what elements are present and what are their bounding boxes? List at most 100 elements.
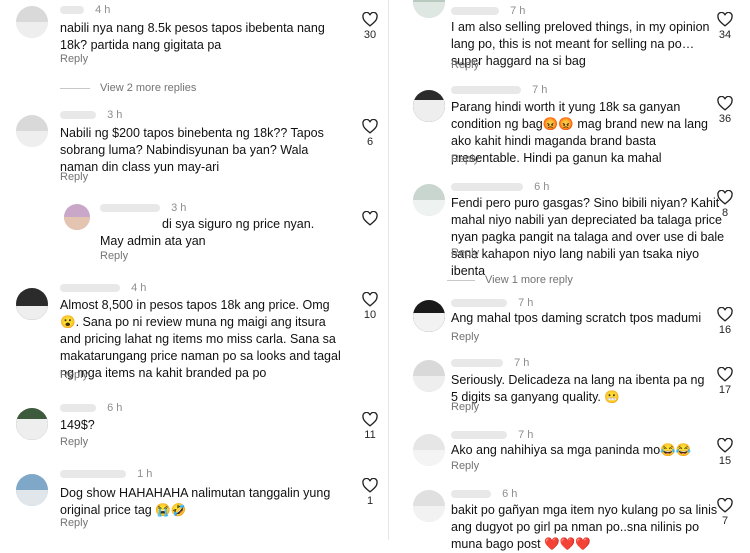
avatar[interactable] — [16, 115, 48, 147]
username-blurred[interactable] — [60, 470, 126, 479]
like-button[interactable] — [350, 211, 390, 226]
heart-icon — [362, 12, 378, 27]
username-blurred[interactable] — [451, 490, 491, 499]
comment-text: I am also selling preloved things, in my… — [451, 20, 710, 68]
reply-button[interactable]: Reply — [451, 153, 479, 165]
like-count: 7 — [721, 515, 729, 527]
avatar[interactable] — [413, 490, 445, 522]
username-blurred[interactable] — [100, 204, 160, 213]
username-blurred[interactable] — [60, 404, 96, 413]
avatar[interactable] — [413, 300, 445, 332]
reply-button[interactable]: Reply — [60, 369, 88, 381]
comment-text: Parang hindi worth it yung 18k sa ganyan… — [451, 100, 708, 165]
username-blurred[interactable] — [60, 284, 120, 293]
reply-button[interactable]: Reply — [60, 517, 88, 529]
comment-text: bakit po gañyan mga item nyo kulang po s… — [451, 503, 718, 551]
divider-line — [60, 87, 90, 89]
like-button[interactable]: 11 — [350, 412, 390, 441]
username-blurred[interactable] — [451, 431, 507, 440]
username-blurred[interactable] — [60, 6, 84, 15]
comment-text: Ako ang nahihiya sa mga paninda mo😂😂 — [451, 443, 692, 457]
like-button[interactable]: 10 — [350, 292, 390, 321]
like-button[interactable]: 7 — [705, 498, 745, 527]
heart-icon — [362, 292, 378, 307]
reply-button[interactable]: Reply — [60, 436, 88, 448]
comment-meta: 7 h — [451, 84, 547, 96]
heart-icon — [717, 307, 733, 322]
username-blurred[interactable] — [451, 299, 507, 308]
like-button[interactable]: 8 — [705, 190, 745, 219]
like-button[interactable]: 17 — [705, 367, 745, 396]
avatar[interactable] — [16, 408, 48, 440]
like-count: 1 — [366, 495, 374, 507]
comment-text: Fendi pero puro gasgas? Sino bibili niya… — [451, 196, 725, 278]
heart-icon — [717, 96, 733, 111]
like-button[interactable]: 30 — [350, 12, 390, 41]
comments-column-right: 7 h I am also selling preloved things, i… — [389, 0, 750, 551]
reply-button[interactable]: Reply — [100, 250, 128, 262]
comments-column-left: 4 h nabili nya nang 8.5k pesos tapos ibe… — [0, 0, 389, 540]
view-more-replies[interactable]: View 1 more reply — [447, 274, 573, 286]
comment-meta: 4 h — [60, 282, 146, 294]
username-blurred[interactable] — [451, 86, 521, 95]
comment-text: Ang mahal tpos daming scratch tpos madum… — [451, 311, 702, 325]
comment-time: 6 h — [502, 488, 518, 500]
like-count: 30 — [363, 29, 377, 41]
like-count: 15 — [718, 455, 732, 467]
comment-time: 7 h — [518, 297, 534, 309]
reply-button[interactable]: Reply — [60, 171, 88, 183]
like-button[interactable]: 1 — [350, 478, 390, 507]
reply-button[interactable]: Reply — [451, 331, 479, 343]
like-button[interactable]: 34 — [705, 12, 745, 41]
view-more-replies[interactable]: View 2 more replies — [60, 82, 196, 94]
username-blurred[interactable] — [451, 359, 503, 368]
comment-meta: 7 h — [451, 297, 533, 309]
username-blurred[interactable] — [451, 183, 523, 192]
like-button[interactable]: 16 — [705, 307, 745, 336]
avatar[interactable] — [16, 474, 48, 506]
username-blurred[interactable] — [60, 111, 96, 120]
like-button[interactable]: 36 — [705, 96, 745, 125]
avatar[interactable] — [413, 0, 445, 18]
like-count: 16 — [718, 324, 732, 336]
reply-button[interactable]: Reply — [451, 247, 479, 259]
heart-icon — [717, 438, 733, 453]
comment-text: Dog show HAHAHAHA nalimutan tanggalin yu… — [60, 486, 331, 517]
reply-button[interactable]: Reply — [451, 460, 479, 472]
like-count: 8 — [721, 207, 729, 219]
like-count: 34 — [718, 29, 732, 41]
like-button[interactable]: 15 — [705, 438, 745, 467]
reply-button[interactable]: Reply — [60, 53, 88, 65]
username-blurred[interactable] — [451, 7, 499, 16]
like-count: 6 — [366, 136, 374, 148]
avatar[interactable] — [64, 204, 90, 230]
comment-meta: 6 h — [451, 488, 517, 500]
comment-meta: 6 h — [60, 402, 122, 414]
comment-time: 7 h — [514, 357, 530, 369]
avatar[interactable] — [413, 90, 445, 122]
avatar[interactable] — [16, 288, 48, 320]
comment-text: Seriously. Delicadeza na lang na ibenta … — [451, 373, 705, 404]
heart-icon — [717, 498, 733, 513]
comment-meta: 1 h — [60, 468, 152, 480]
avatar[interactable] — [413, 184, 445, 216]
comment-meta: 7 h — [451, 357, 529, 369]
like-count: 17 — [718, 384, 732, 396]
view-replies-label: View 1 more reply — [485, 274, 573, 286]
heart-icon — [362, 119, 378, 134]
comment-time: 3 h — [171, 202, 187, 214]
reply-button[interactable]: Reply — [451, 59, 479, 71]
comment-text: Nabili ng $200 tapos binebenta ng 18k?? … — [60, 126, 324, 174]
heart-icon — [717, 367, 733, 382]
heart-icon — [362, 211, 378, 226]
avatar[interactable] — [16, 6, 48, 38]
reply-button[interactable]: Reply — [451, 401, 479, 413]
avatar[interactable] — [413, 434, 445, 466]
divider-line — [447, 279, 475, 281]
avatar[interactable] — [413, 360, 445, 392]
heart-icon — [362, 412, 378, 427]
comment-meta: 3 h — [100, 202, 186, 214]
like-button[interactable]: 6 — [350, 119, 390, 148]
comment-text: nabili nya nang 8.5k pesos tapos ibebent… — [60, 21, 325, 52]
comment-meta: 6 h — [451, 181, 549, 193]
